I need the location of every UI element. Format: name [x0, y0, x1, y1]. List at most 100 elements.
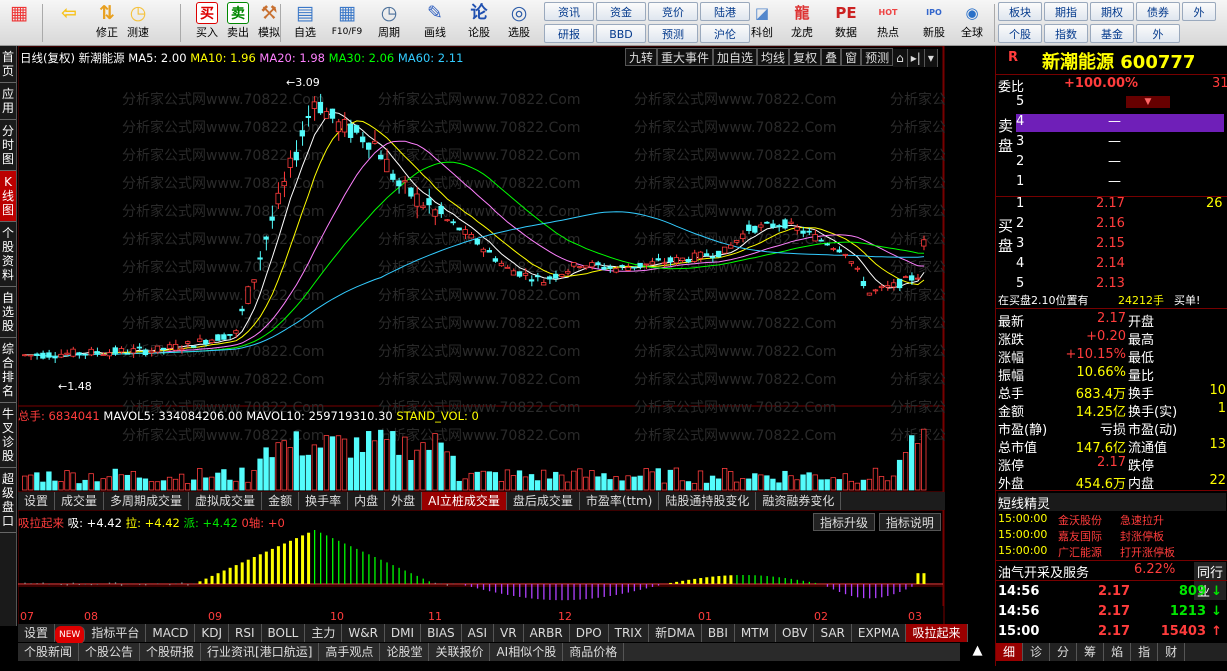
- volume-tab-金额[interactable]: 金额: [262, 492, 300, 510]
- sidebar-item-首页[interactable]: 首页: [0, 46, 16, 83]
- 测速-toolbar-button[interactable]: ◷ 测速: [121, 2, 155, 44]
- sidebar-item-综合排名[interactable]: 综合排名: [0, 338, 16, 403]
- quick2-期指-button[interactable]: 期指: [1044, 2, 1088, 21]
- indicator-tab-EXPMA[interactable]: EXPMA: [852, 624, 907, 642]
- quick-资金-button[interactable]: 资金: [596, 2, 646, 21]
- news-tab-论股堂[interactable]: 论股堂: [380, 643, 430, 661]
- news-tab-关联报价[interactable]: 关联报价: [429, 643, 491, 661]
- volume-tab-设置[interactable]: 设置: [18, 492, 56, 510]
- indicator-help-button[interactable]: 指标说明: [878, 513, 941, 531]
- volume-tab-陆股通持股变化[interactable]: 陆股通持股变化: [659, 492, 757, 510]
- quick2-外-button[interactable]: 外: [1182, 2, 1216, 21]
- lock-icon[interactable]: ⌂: [893, 49, 908, 67]
- chart-均线-button[interactable]: 均线: [757, 48, 790, 66]
- collapse-arrow-icon[interactable]: ▲: [960, 643, 995, 661]
- news-tab-行业资讯[港口航运][interactable]: 行业资讯[港口航运]: [201, 643, 320, 661]
- panel-tab-细[interactable]: 细: [996, 643, 1024, 661]
- 买入-toolbar-button[interactable]: 买买入: [190, 2, 224, 44]
- chart-叠-button[interactable]: 叠: [821, 48, 842, 66]
- 热点-toolbar-button[interactable]: HOT 热点: [870, 2, 906, 44]
- short-name[interactable]: 广汇能源: [1058, 544, 1102, 560]
- quick-研报-button[interactable]: 研报: [544, 24, 594, 43]
- news-tab-商品价格[interactable]: 商品价格: [563, 643, 625, 661]
- quick-竞价-button[interactable]: 竞价: [648, 2, 698, 21]
- panel-tab-诊[interactable]: 诊: [1023, 643, 1051, 661]
- volume-tab-市盈率(ttm)[interactable]: 市盈率(ttm): [580, 492, 660, 510]
- volume-tab-成交量[interactable]: 成交量: [55, 492, 105, 510]
- short-row[interactable]: 15:00:00 广汇能源 打开涨停板: [998, 544, 1226, 562]
- quick2-外-button[interactable]: 外: [1136, 24, 1180, 43]
- panel-tab-分[interactable]: 分: [1050, 643, 1078, 661]
- short-name[interactable]: 嘉友国际: [1058, 528, 1102, 544]
- F10/F9-toolbar-button[interactable]: ▦ F10/F9: [330, 2, 364, 44]
- 论股-toolbar-button[interactable]: 论论股: [462, 2, 496, 44]
- quick2-板块-button[interactable]: 板块: [998, 2, 1042, 21]
- 选股-toolbar-button[interactable]: ◎ 选股: [502, 2, 536, 44]
- 修正-toolbar-button[interactable]: ⇅ 修正: [90, 2, 124, 44]
- indicator-tab-VR[interactable]: VR: [494, 624, 524, 642]
- volume-tab-换手率[interactable]: 换手率: [299, 492, 349, 510]
- quick2-指数-button[interactable]: 指数: [1044, 24, 1088, 43]
- quick-BBD-button[interactable]: BBD: [596, 24, 646, 43]
- news-tab-个股新闻[interactable]: 个股新闻: [18, 643, 80, 661]
- indicator-tab-ASI[interactable]: ASI: [462, 624, 495, 642]
- quick-预测-button[interactable]: 预测: [648, 24, 698, 43]
- short-name[interactable]: 金沃股份: [1058, 512, 1102, 528]
- 画线-toolbar-button[interactable]: ✎ 画线: [418, 2, 452, 44]
- volume-tab-多周期成交量[interactable]: 多周期成交量: [104, 492, 190, 510]
- sidebar-item-个股资料[interactable]: 个股资料: [0, 222, 16, 287]
- news-tab-高手观点[interactable]: 高手观点: [319, 643, 381, 661]
- 新股-toolbar-button[interactable]: IPO 新股: [916, 2, 952, 44]
- indicator-tab-NEW[interactable]: NEW: [55, 626, 86, 644]
- quick2-个股-button[interactable]: 个股: [998, 24, 1042, 43]
- 卖出-toolbar-button[interactable]: 卖卖出: [221, 2, 255, 44]
- indicator-tab-MTM[interactable]: MTM: [735, 624, 776, 642]
- kline-svg[interactable]: 3.182.732.291.84分析家公式网www.70822.Com分析家公式…: [18, 46, 945, 626]
- indicator-tab-设置[interactable]: 设置: [18, 624, 56, 642]
- indicator-tab-BIAS[interactable]: BIAS: [421, 624, 462, 642]
- panel-tab-财[interactable]: 财: [1158, 643, 1186, 661]
- indicator-tab-MACD[interactable]: MACD: [146, 624, 196, 642]
- 自选-toolbar-button[interactable]: ▤ 自选: [288, 2, 322, 44]
- indicator-tab-BOLL[interactable]: BOLL: [262, 624, 306, 642]
- indicator-tab-BBI[interactable]: BBI: [702, 624, 735, 642]
- chart-窗-button[interactable]: 窗: [841, 48, 862, 66]
- chart-预测-button[interactable]: 预测: [861, 48, 894, 66]
- news-tab-个股公告[interactable]: 个股公告: [79, 643, 141, 661]
- panel-tab-筹[interactable]: 筹: [1077, 643, 1105, 661]
- indicator-tab-DMI[interactable]: DMI: [385, 624, 422, 642]
- kline-chart-area[interactable]: 3.182.732.291.84分析家公式网www.70822.Com分析家公式…: [18, 46, 945, 626]
- sector-name[interactable]: 油气开采及服务: [998, 566, 1089, 581]
- volume-tab-AI立桩成交量[interactable]: AI立桩成交量: [422, 492, 507, 510]
- indicator-tab-指标平台[interactable]: 指标平台: [85, 624, 147, 642]
- 龙虎-toolbar-button[interactable]: 龍龙虎: [784, 2, 820, 44]
- quick-陆港-button[interactable]: 陆港: [700, 2, 750, 21]
- chart-加自选-button[interactable]: 加自选: [713, 48, 758, 66]
- 全球-toolbar-button[interactable]: ◉ 全球: [954, 2, 990, 44]
- sidebar-item-自选股[interactable]: 自选股: [0, 287, 16, 338]
- indicator-tab-吸拉起来[interactable]: 吸拉起来: [906, 624, 968, 642]
- indicator-upgrade-button[interactable]: 指标升级: [813, 513, 876, 531]
- sidebar-item-牛叉诊股[interactable]: 牛叉诊股: [0, 403, 16, 468]
- sidebar-item-应用[interactable]: 应用: [0, 83, 16, 120]
- quick2-基金-button[interactable]: 基金: [1090, 24, 1134, 43]
- back-arrow-icon-toolbar-button[interactable]: ⇦: [52, 2, 86, 44]
- sidebar-item-超级盘口[interactable]: 超级盘口: [0, 468, 16, 533]
- quick2-债券-button[interactable]: 债券: [1136, 2, 1180, 21]
- indicator-tab-DPO[interactable]: DPO: [570, 624, 609, 642]
- indicator-tab-W&R[interactable]: W&R: [342, 624, 385, 642]
- news-tab-个股研报[interactable]: 个股研报: [140, 643, 202, 661]
- split-icon[interactable]: ▸|: [907, 49, 925, 67]
- 数据-toolbar-button[interactable]: PE 数据: [828, 2, 864, 44]
- dropdown-icon[interactable]: ▾: [924, 49, 938, 67]
- chart-重大事件-button[interactable]: 重大事件: [657, 48, 714, 66]
- news-tab-AI相似个股[interactable]: AI相似个股: [490, 643, 564, 661]
- quick-资讯-button[interactable]: 资讯: [544, 2, 594, 21]
- chart-复权-button[interactable]: 复权: [789, 48, 822, 66]
- chart-九转-button[interactable]: 九转: [625, 48, 658, 66]
- indicator-tab-OBV[interactable]: OBV: [776, 624, 815, 642]
- volume-tab-内盘[interactable]: 内盘: [348, 492, 386, 510]
- quick2-期权-button[interactable]: 期权: [1090, 2, 1134, 21]
- volume-tab-融资融券变化[interactable]: 融资融券变化: [756, 492, 842, 510]
- volume-tab-虚拟成交量[interactable]: 虚拟成交量: [189, 492, 263, 510]
